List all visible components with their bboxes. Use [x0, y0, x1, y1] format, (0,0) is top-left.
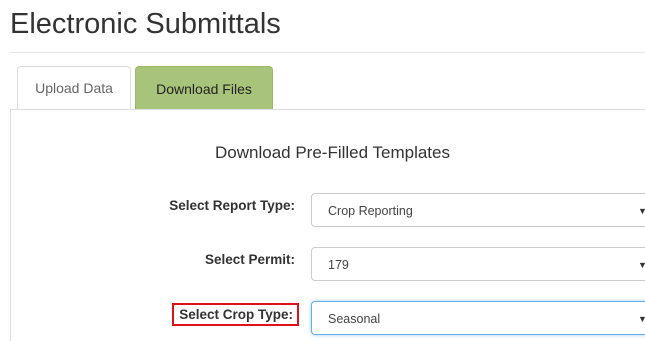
- crop-type-select[interactable]: Seasonal ▼: [311, 301, 645, 335]
- permit-select[interactable]: 179 ▼: [311, 247, 645, 281]
- tab-upload-data[interactable]: Upload Data: [17, 66, 131, 109]
- crop-type-label: Select Crop Type:: [172, 303, 299, 326]
- page: Electronic Submittals Upload Data Downlo…: [0, 0, 645, 341]
- title-divider: [10, 52, 645, 53]
- section-title: Download Pre-Filled Templates: [215, 143, 450, 162]
- crop-type-value: Seasonal: [328, 312, 381, 326]
- permit-label: Select Permit:: [204, 252, 295, 267]
- report-type-label: Select Report Type:: [169, 198, 295, 213]
- page-title: Electronic Submittals: [10, 8, 281, 40]
- report-type-select[interactable]: Crop Reporting ▼: [311, 193, 645, 227]
- report-type-value: Crop Reporting: [328, 204, 413, 218]
- caret-down-icon: ▼: [638, 260, 645, 270]
- caret-down-icon: ▼: [638, 314, 645, 324]
- caret-down-icon: ▼: [638, 206, 645, 216]
- tab-label: Download Files: [156, 80, 252, 97]
- permit-value: 179: [328, 258, 349, 272]
- tab-label: Upload Data: [35, 80, 113, 96]
- tab-download-files[interactable]: Download Files: [135, 66, 273, 110]
